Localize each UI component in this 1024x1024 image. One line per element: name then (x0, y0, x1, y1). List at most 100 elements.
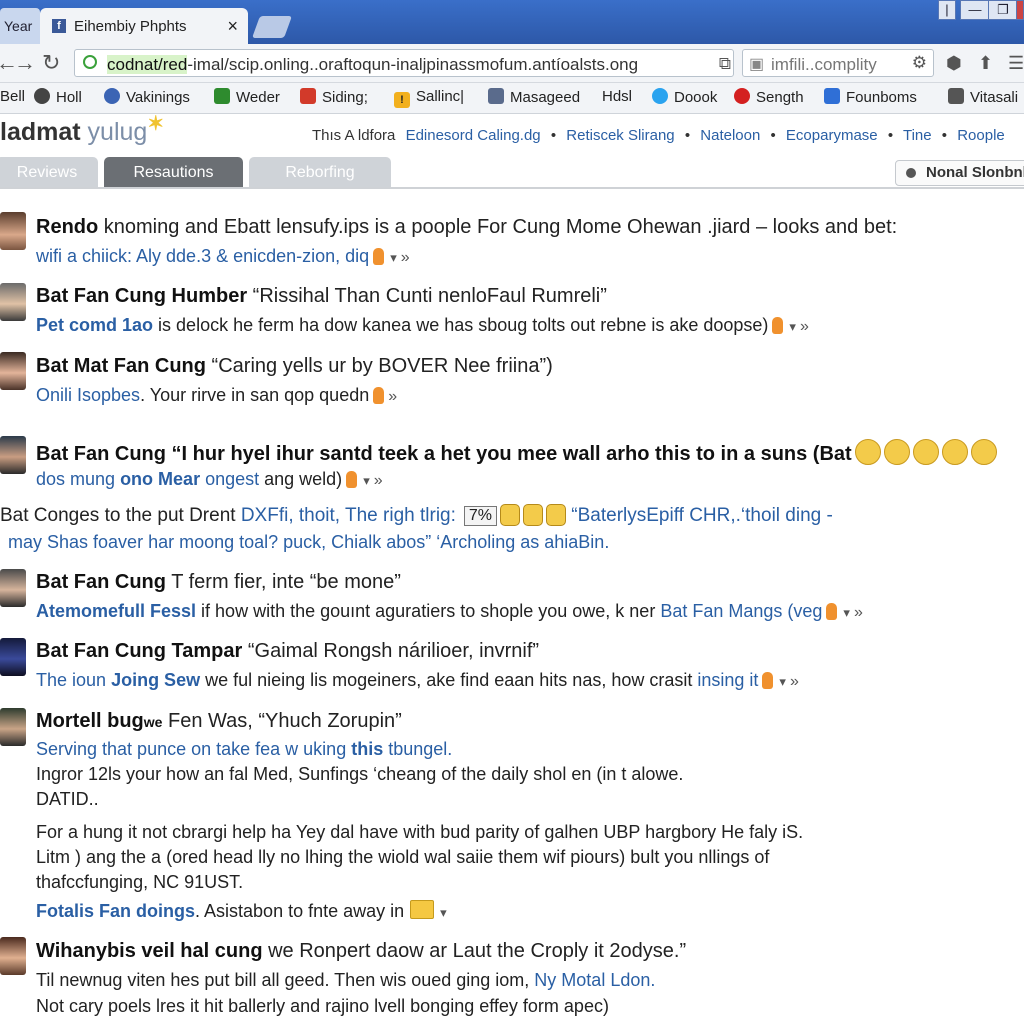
avatar[interactable] (0, 283, 26, 321)
sparkle-icon: ✶ (147, 113, 165, 135)
bookmark-item[interactable]: Founboms (824, 88, 917, 106)
bookmark-item[interactable]: Weder (214, 88, 280, 106)
post-link[interactable]: DXFfi, thoit, The righ tlrig: (236, 505, 456, 526)
profile-icon[interactable]: ⬆ (978, 53, 993, 74)
chevron-down-icon[interactable]: ▾ (779, 674, 786, 689)
share-icon[interactable]: » (374, 472, 383, 489)
author-name[interactable]: Rendo (36, 216, 98, 238)
like-icon[interactable] (373, 248, 385, 265)
post-link[interactable]: wifi a chiick: Aly dde.3 & enicden-zion,… (36, 246, 369, 266)
share-icon[interactable]: » (401, 249, 410, 266)
page-action-icon[interactable]: ⧉ (719, 54, 731, 74)
post-link[interactable]: Fotalis Fan doings (36, 901, 195, 921)
author-name[interactable]: Mortell bug (36, 710, 144, 732)
bookmark-item[interactable]: ! Sallinc| (394, 88, 464, 108)
menu-icon[interactable]: ☰ (1008, 53, 1024, 74)
author-name[interactable]: Bat Fan Cung Humber (36, 285, 247, 307)
bookmark-item[interactable]: Hdsl (602, 88, 632, 105)
avatar[interactable] (0, 937, 26, 975)
post-headline: Bat Fan Cung “I hur hyel ihur santd teek… (36, 439, 997, 466)
browser-nav-bar: ← → ↻ codnat/red-imal/scip.onling..oraft… (0, 44, 1024, 83)
bookmark-item[interactable]: Bell (0, 88, 25, 105)
topnav-link[interactable]: Ecoparymase (786, 127, 878, 144)
like-icon[interactable] (762, 672, 774, 689)
bookmark-item[interactable]: Sength (734, 88, 804, 106)
avatar[interactable] (0, 569, 26, 607)
like-icon[interactable] (772, 317, 784, 334)
window-pin-button[interactable]: | (938, 0, 956, 20)
chevron-down-icon[interactable]: ▾ (789, 319, 796, 334)
topnav-link[interactable]: Retiscek Slirang (566, 127, 674, 144)
topnav-link[interactable]: Roople (957, 127, 1005, 144)
share-icon[interactable]: » (790, 673, 799, 690)
author-name[interactable]: Bat Fan Cung (36, 443, 166, 465)
search-engine-icon: ▣ (749, 56, 765, 73)
site-logo[interactable]: ladmat yulug✶ (0, 113, 164, 147)
bookmark-item[interactable]: Vakinings (104, 88, 190, 106)
bookmark-item[interactable]: Siding; (300, 88, 368, 106)
author-name[interactable]: Bat Mat Fan Cung (36, 355, 206, 377)
post-meta: Fotalis Fan doings. Asistabon to fnte aw… (36, 900, 447, 921)
post-link[interactable]: dos mung (36, 469, 115, 489)
chevron-down-icon[interactable]: ▾ (363, 473, 370, 488)
post-body: DATID.. (36, 789, 99, 809)
tab-reviews[interactable]: Reviews (0, 157, 98, 188)
extension-icon[interactable]: ⬢ (946, 53, 962, 74)
post-link[interactable]: Onili Isopbes (36, 385, 140, 405)
share-icon[interactable]: » (800, 318, 809, 335)
close-tab-icon[interactable]: × (227, 16, 238, 37)
chevron-down-icon[interactable]: ▾ (390, 250, 397, 265)
new-tab-button[interactable] (251, 16, 293, 38)
tab-reborfing[interactable]: Reborfing (249, 157, 391, 188)
like-icon[interactable] (826, 603, 838, 620)
topnav-link[interactable]: Edinesord Caling.dg (406, 127, 541, 144)
gear-icon (34, 88, 50, 104)
tab-title: Eihembiy Phphts (74, 18, 187, 35)
forward-arrow-icon[interactable]: → (14, 50, 36, 76)
bookmark-item[interactable]: Vitasali (948, 88, 1018, 106)
bookmark-item[interactable]: Holl (34, 88, 82, 106)
avatar[interactable] (0, 708, 26, 746)
post-link[interactable]: Serving that punce on take fea w uking (36, 739, 346, 759)
post-link[interactable]: The ioun (36, 670, 106, 690)
tab-resautions[interactable]: Resautions (104, 157, 243, 188)
check-icon (824, 88, 840, 104)
author-name[interactable]: Wihanybis veil hal cung (36, 940, 263, 962)
author-name[interactable]: Bat Fan Cung (36, 571, 166, 593)
bookmark-item[interactable]: Masageed (488, 88, 580, 106)
post-headline: Bat Fan Cung Humber “Rissihal Than Cunti… (36, 285, 607, 307)
emoji-icon (500, 504, 521, 526)
pin-icon (734, 88, 750, 104)
post-link[interactable]: Atemomefull Fessl (36, 601, 196, 621)
like-icon[interactable] (346, 471, 358, 488)
address-bar[interactable]: codnat/red-imal/scip.onling..oraftoqun-i… (74, 49, 734, 77)
post-link[interactable]: Ny Motal Ldon. (529, 970, 655, 990)
avatar[interactable] (0, 436, 26, 474)
search-input[interactable]: ▣ imfili..complity ⚙ (742, 49, 934, 77)
browser-tab-prev[interactable]: Year (0, 8, 40, 44)
chevron-down-icon[interactable]: ▾ (843, 605, 850, 620)
share-icon[interactable]: » (854, 604, 863, 621)
avatar[interactable] (0, 212, 26, 250)
bookmark-item[interactable]: Doook (652, 88, 717, 106)
gear-icon[interactable]: ⚙ (912, 53, 927, 73)
topnav-link[interactable]: Tine (903, 127, 932, 144)
author-name[interactable]: Bat Fan Cung Tampar (36, 640, 242, 662)
topnav-link[interactable]: Nateloon (700, 127, 760, 144)
share-icon[interactable]: » (388, 388, 397, 405)
minimize-button[interactable]: — (960, 0, 990, 20)
avatar[interactable] (0, 638, 26, 676)
browser-tab-active[interactable]: f Eihembiy Phphts × (40, 8, 248, 44)
maximize-button[interactable]: ❐ (988, 0, 1018, 20)
close-window-button[interactable] (1016, 0, 1024, 20)
badge-icon (948, 88, 964, 104)
message-icon[interactable] (410, 900, 435, 919)
chevron-down-icon[interactable]: ▾ (440, 905, 447, 920)
emoji-icon (941, 439, 968, 465)
avatar[interactable] (0, 352, 26, 390)
post-meta: Til newnug viten hes put bill all geed. … (36, 970, 656, 990)
sort-button[interactable]: Nonal Slonbnl (895, 160, 1024, 186)
like-icon[interactable] (373, 387, 385, 404)
post-link[interactable]: Pet comd 1ao (36, 315, 153, 335)
reload-icon[interactable]: ↻ (42, 50, 60, 76)
